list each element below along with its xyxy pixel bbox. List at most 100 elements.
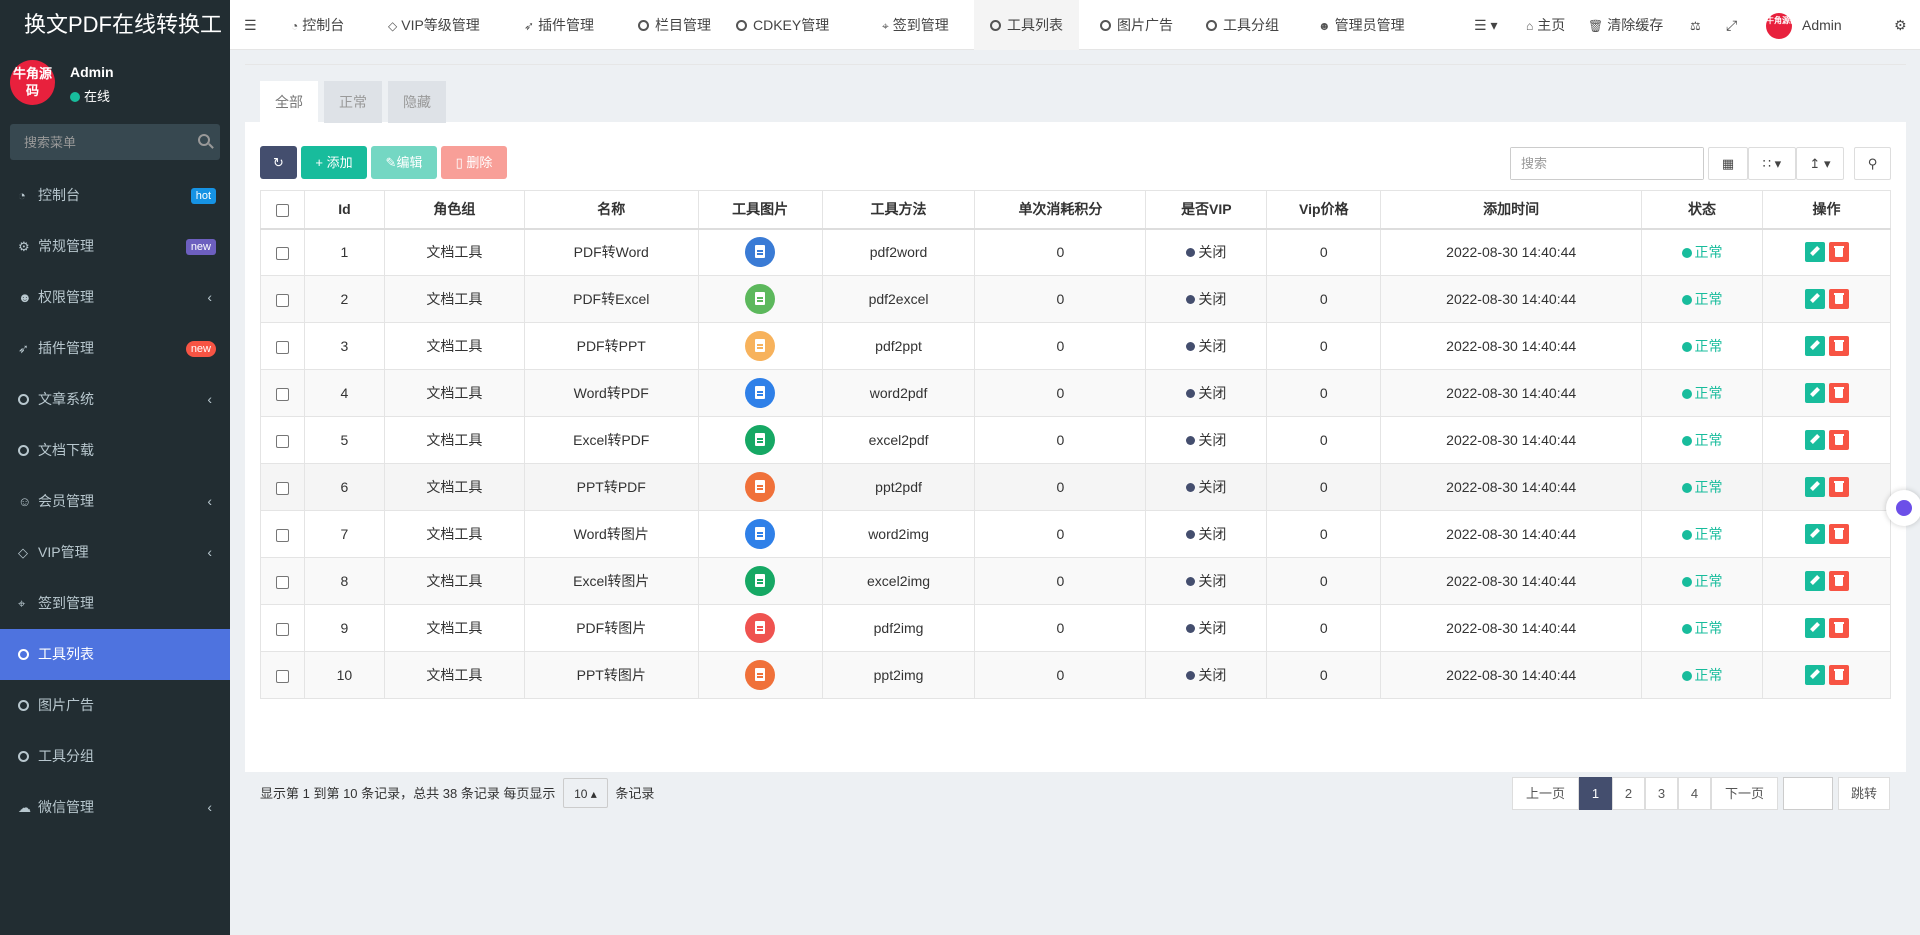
jump-button[interactable]: 跳转 [1838, 777, 1890, 810]
col-group[interactable]: 角色组 [383, 190, 525, 230]
sidebar-item-12[interactable]: ☁ 微信管理 ‹ [0, 782, 230, 833]
sidebar-item-4[interactable]: 文章系统 ‹ [0, 374, 230, 425]
row-checkbox[interactable] [275, 481, 289, 495]
status-badge[interactable]: 正常 [1681, 479, 1723, 495]
page-2-button[interactable]: 2 [1612, 777, 1645, 810]
edit-button[interactable]: ✎编辑 [371, 146, 437, 179]
tab-hidden[interactable]: 隐藏 [388, 81, 446, 123]
refresh-button[interactable]: ↻ [260, 146, 297, 179]
cell-vip[interactable]: 关闭 [1198, 620, 1226, 636]
status-badge[interactable]: 正常 [1681, 526, 1723, 542]
row-delete-button[interactable] [1828, 242, 1849, 263]
tool-image-icon[interactable] [745, 519, 776, 549]
sidebar-item-2[interactable]: ☻ 权限管理 ‹ [0, 272, 230, 323]
tool-image-icon[interactable] [745, 237, 776, 268]
app-title[interactable]: 换文PDF在线转换工 [0, 0, 230, 50]
search-icon[interactable] [198, 134, 210, 146]
table-search-input[interactable] [1511, 148, 1703, 179]
cell-vip[interactable]: 关闭 [1198, 244, 1226, 260]
status-badge[interactable]: 正常 [1681, 620, 1723, 636]
row-edit-button[interactable] [1804, 571, 1825, 591]
row-delete-button[interactable] [1828, 665, 1849, 685]
status-badge[interactable]: 正常 [1681, 338, 1723, 354]
row-edit-button[interactable] [1804, 430, 1825, 450]
table-row[interactable]: 4 文档工具 Word转PDF word2pdf 0 关闭 0 2022-08-30 14:4… [260, 369, 1891, 417]
top-tab-9[interactable]: ☻ 管理员管理 [1302, 0, 1421, 50]
sidebar-item-9[interactable]: 工具列表 [0, 629, 230, 680]
sidebar-item-11[interactable]: 工具分组 [0, 731, 230, 782]
top-tab-6[interactable]: 工具列表 [974, 0, 1079, 50]
top-tab-1[interactable]: ◇ VIP等级管理 [372, 0, 496, 50]
sidebar-item-0[interactable]: ◔ 控制台 hot [0, 170, 230, 221]
row-checkbox[interactable] [275, 387, 289, 401]
col-id[interactable]: Id [303, 190, 385, 230]
tool-image-icon[interactable] [745, 331, 776, 361]
top-tab-5[interactable]: ⌖ 签到管理 [866, 0, 965, 50]
row-checkbox[interactable] [275, 293, 289, 307]
page-4-button[interactable]: 4 [1678, 777, 1711, 810]
row-checkbox[interactable] [275, 622, 289, 636]
cell-vip[interactable]: 关闭 [1198, 667, 1226, 683]
tool-image-icon[interactable] [745, 660, 776, 690]
toggle-view-button[interactable]: ▦ [1708, 147, 1748, 180]
table-row[interactable]: 2 文档工具 PDF转Excel pdf2excel 0 关闭 0 2022-08-30 14… [260, 275, 1891, 323]
status-badge[interactable]: 正常 [1681, 291, 1723, 307]
table-row[interactable]: 1 文档工具 PDF转Word pdf2word 0 关闭 0 2022-08-30 14:4… [260, 228, 1891, 276]
page-3-button[interactable]: 3 [1645, 777, 1678, 810]
row-edit-button[interactable] [1804, 242, 1825, 263]
row-delete-button[interactable] [1828, 383, 1849, 403]
top-tab-2[interactable]: ➶ 插件管理 [508, 0, 610, 50]
top-tab-3[interactable]: 栏目管理 [622, 0, 727, 50]
export-button[interactable]: ↥ ▾ [1796, 147, 1844, 180]
status-badge[interactable]: 正常 [1681, 573, 1723, 589]
top-tab-8[interactable]: 工具分组 [1190, 0, 1295, 50]
row-checkbox[interactable] [275, 669, 289, 683]
row-checkbox[interactable] [275, 434, 289, 448]
sidebar-item-1[interactable]: ⚙ 常规管理 new [0, 221, 230, 272]
tool-image-icon[interactable] [745, 566, 776, 596]
tool-image-icon[interactable] [745, 378, 776, 408]
cell-vip[interactable]: 关闭 [1198, 291, 1226, 307]
add-button[interactable]: + 添加 [301, 146, 367, 179]
cell-vip[interactable]: 关闭 [1198, 432, 1226, 448]
select-all-checkbox[interactable] [275, 204, 289, 218]
row-checkbox[interactable] [275, 247, 289, 261]
col-image[interactable]: 工具图片 [697, 190, 823, 230]
row-delete-button[interactable] [1828, 477, 1849, 497]
status-badge[interactable]: 正常 [1681, 385, 1723, 401]
table-row[interactable]: 7 文档工具 Word转图片 word2img 0 关闭 0 2022-08-30 14:40… [260, 510, 1891, 558]
page-size-select[interactable]: 10 ▴ [563, 778, 608, 808]
fullscreen-button[interactable]: ⤢ [1710, 0, 1753, 50]
row-edit-button[interactable] [1804, 665, 1825, 685]
top-tab-7[interactable]: 图片广告 [1084, 0, 1189, 50]
sidebar-item-10[interactable]: 图片广告 [0, 680, 230, 731]
clear-cache-button[interactable]: 🗑 清除缓存 [1572, 0, 1679, 50]
home-link[interactable]: ⌂ 主页 [1510, 0, 1581, 50]
col-method[interactable]: 工具方法 [821, 190, 976, 230]
tool-image-icon[interactable] [745, 425, 776, 455]
row-delete-button[interactable] [1828, 336, 1849, 356]
cell-vip[interactable]: 关闭 [1198, 385, 1226, 401]
tool-image-icon[interactable] [745, 472, 776, 502]
col-vip[interactable]: 是否VIP [1145, 190, 1268, 230]
status-badge[interactable]: 正常 [1681, 667, 1723, 683]
table-row[interactable]: 6 文档工具 PPT转PDF ppt2pdf 0 关闭 0 2022-08-30 14:40:… [260, 463, 1891, 511]
sidebar-item-7[interactable]: ◇ VIP管理 ‹ [0, 527, 230, 578]
columns-button[interactable]: ∷ ▾ [1748, 147, 1796, 180]
admin-menu[interactable]: 牛角源码 Admin [1750, 0, 1858, 50]
row-checkbox[interactable] [275, 528, 289, 542]
delete-button[interactable]: ▯ 删除 [441, 146, 507, 179]
sidebar-item-8[interactable]: ⌖ 签到管理 [0, 578, 230, 629]
tab-all[interactable]: 全部 [260, 81, 318, 123]
col-vip-price[interactable]: Vip价格 [1266, 190, 1382, 230]
tool-image-icon[interactable] [745, 613, 776, 643]
cell-vip[interactable]: 关闭 [1198, 338, 1226, 354]
page-1-button[interactable]: 1 [1579, 777, 1612, 810]
row-checkbox[interactable] [275, 575, 289, 589]
row-delete-button[interactable] [1828, 618, 1849, 638]
floating-assistant-icon[interactable] [1886, 490, 1920, 526]
top-tab-0[interactable]: ◔ 控制台 [275, 0, 360, 50]
table-row[interactable]: 5 文档工具 Excel转PDF excel2pdf 0 关闭 0 2022-08-30 14… [260, 416, 1891, 464]
tool-image-icon[interactable] [745, 284, 776, 314]
row-edit-button[interactable] [1804, 383, 1825, 403]
